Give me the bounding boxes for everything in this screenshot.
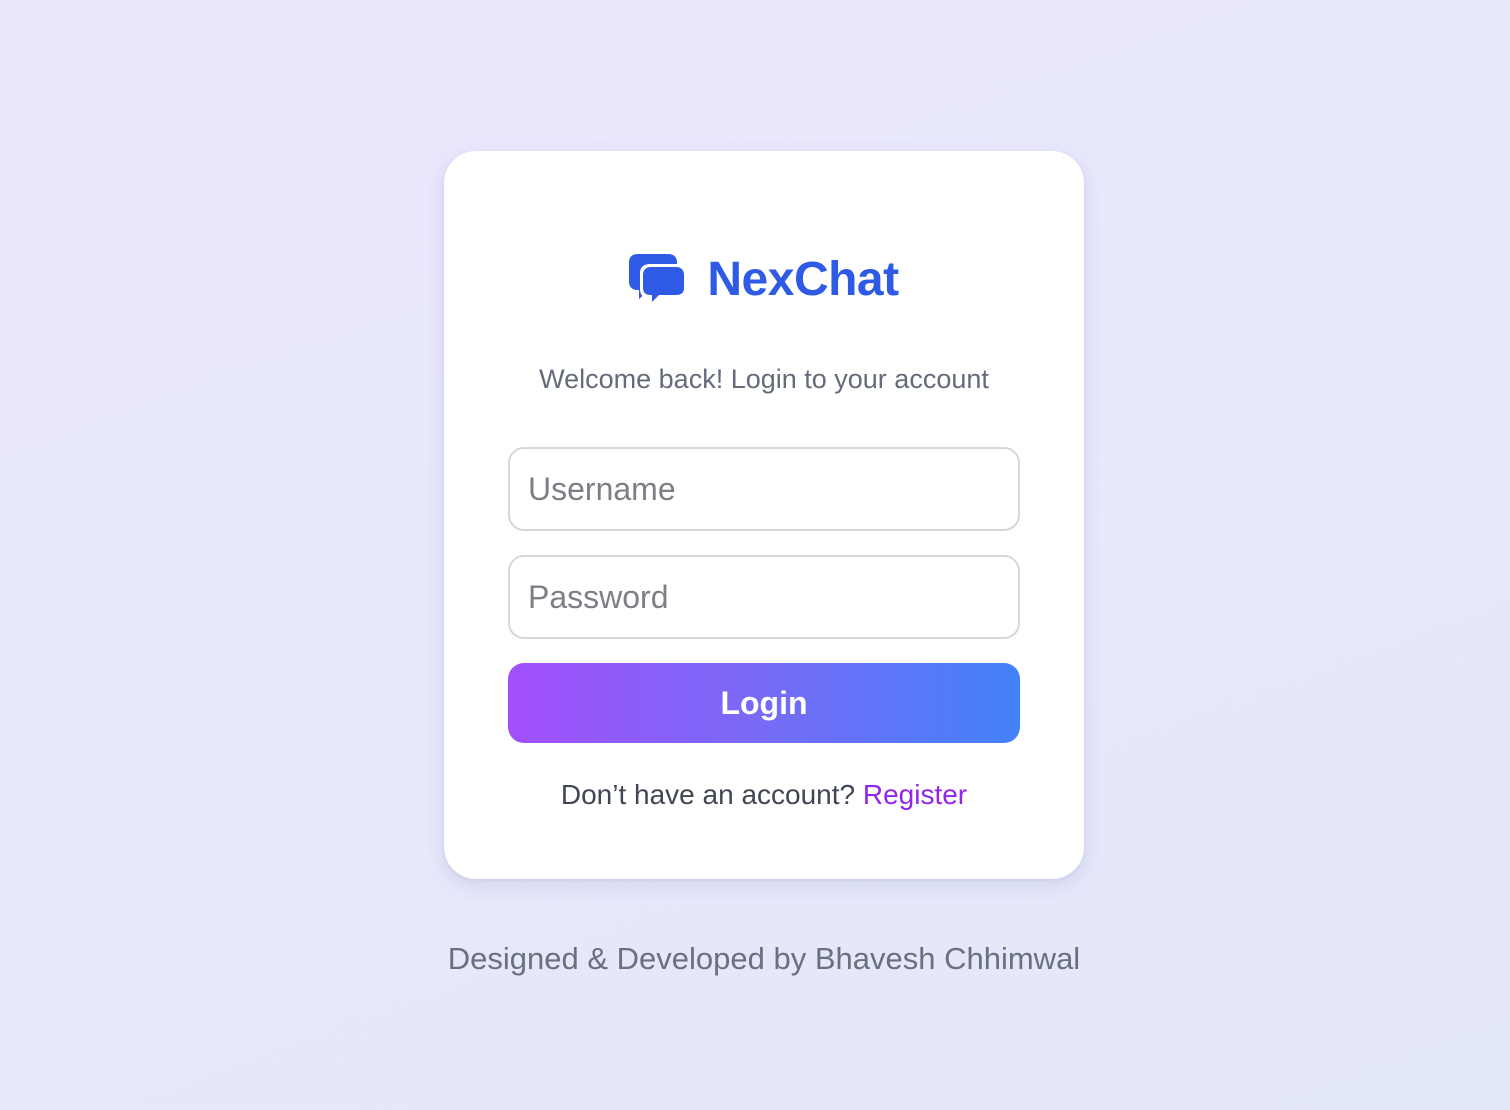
- register-prompt-text: Don’t have an account?: [560, 779, 863, 810]
- register-link[interactable]: Register: [863, 779, 967, 810]
- chat-bubbles-icon: [629, 254, 688, 307]
- username-input[interactable]: [508, 447, 1020, 531]
- login-subtitle: Welcome back! Login to your account: [539, 364, 989, 394]
- brand-name: NexChat: [707, 253, 899, 306]
- footer-credit: Designed & Developed by Bhavesh Chhimwal: [447, 941, 1081, 976]
- brand-logo: NexChat: [444, 251, 1084, 309]
- login-button[interactable]: Login: [508, 663, 1020, 743]
- login-card: NexChat Welcome back! Login to your acco…: [444, 151, 1084, 879]
- register-prompt-row: Don’t have an account? Register: [444, 778, 1084, 812]
- password-input[interactable]: [508, 555, 1020, 639]
